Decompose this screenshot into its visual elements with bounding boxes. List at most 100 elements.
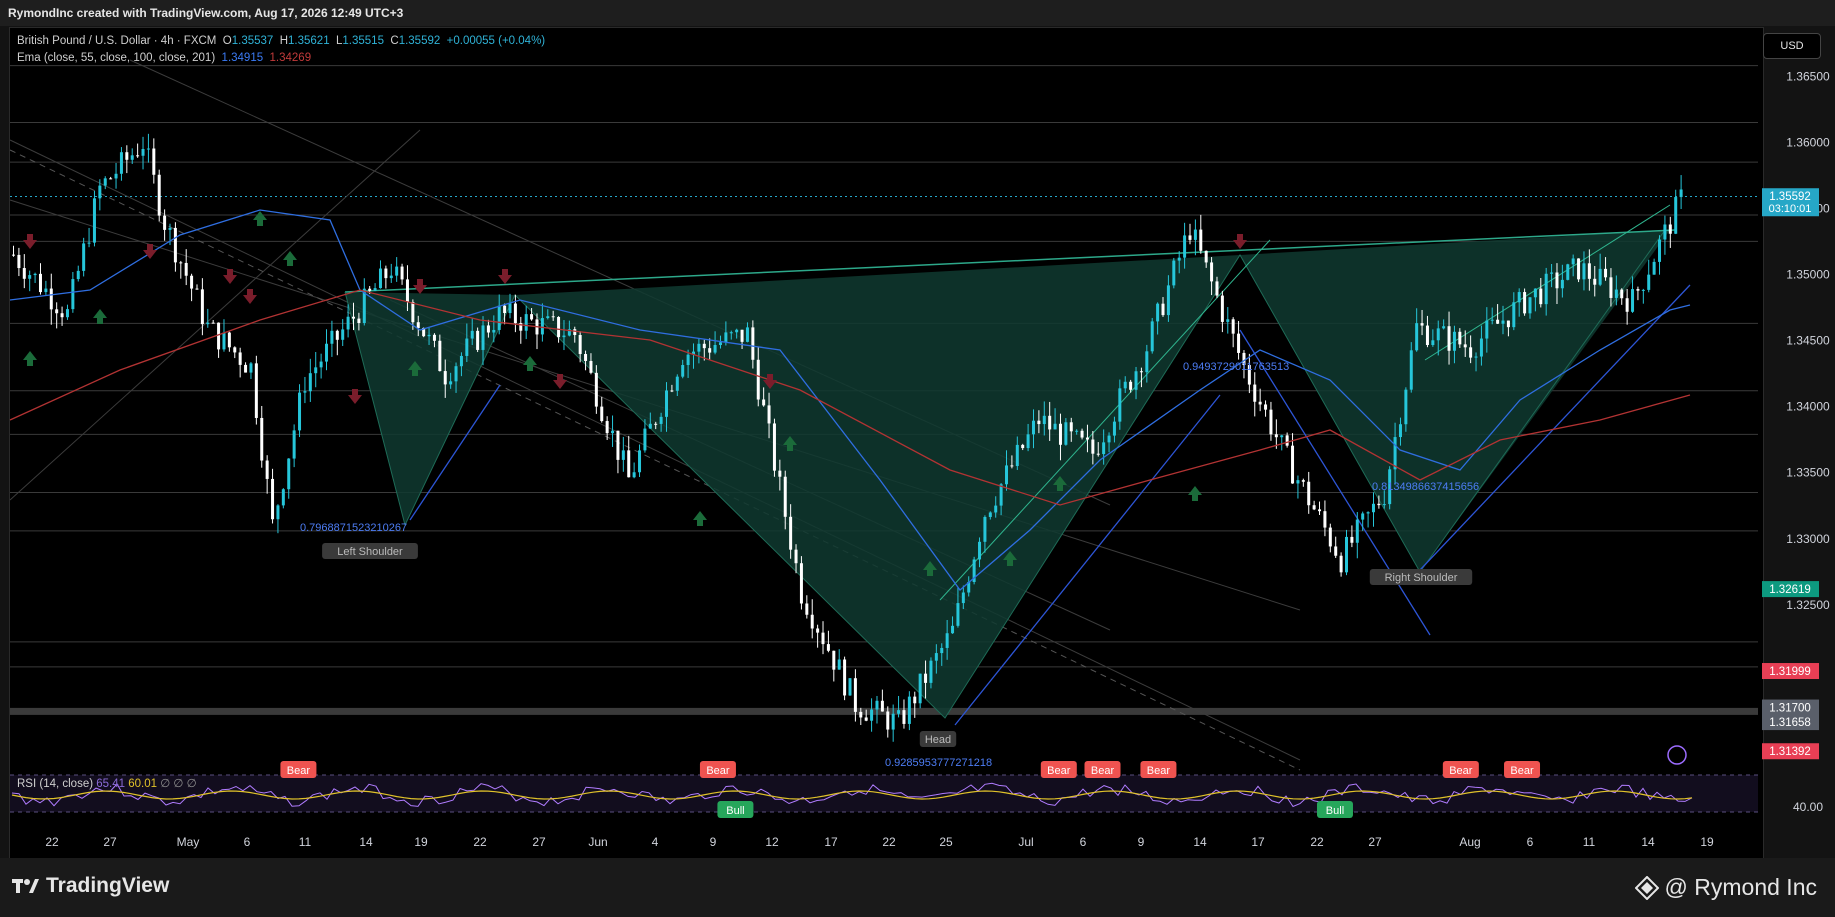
ohlc-legend: British Pound / U.S. Dollar · 4h · FXCM …: [17, 35, 545, 47]
candle-body: [163, 215, 167, 230]
pattern-point-label: Right Shoulder: [1385, 572, 1458, 584]
x-tick-label: 17: [824, 835, 838, 849]
candle-body: [1442, 326, 1446, 329]
candle-body: [524, 314, 528, 331]
up-arrow-marker: [93, 309, 107, 324]
candle-body: [713, 344, 717, 353]
candle-body: [1625, 298, 1629, 312]
candle-body: [1183, 235, 1187, 258]
candle-body: [184, 262, 188, 276]
candle-body: [276, 505, 280, 520]
rsi-axis-tick: 40.00: [1793, 800, 1823, 814]
x-tick-label: 4: [652, 835, 659, 849]
author-text: @ Rymond Inc: [1664, 874, 1817, 900]
candle-body: [778, 470, 782, 477]
x-tick-label: 17: [1251, 835, 1265, 849]
candle-body: [832, 650, 836, 670]
candle-body: [395, 266, 399, 276]
x-tick-label: 14: [1641, 835, 1655, 849]
up-arrow-marker: [1188, 486, 1202, 501]
candle-body: [1312, 505, 1316, 510]
candle-body: [195, 288, 199, 290]
candle-body: [17, 254, 21, 269]
price-chart[interactable]: Left Shoulder 0.7968871523210267 Head 0.928…: [0, 0, 1835, 917]
candle-body: [611, 430, 615, 434]
candle-body: [384, 268, 388, 279]
candle-body: [49, 288, 53, 310]
candle-body: [1188, 235, 1192, 240]
candle-body: [810, 614, 814, 629]
candle-body: [114, 173, 118, 179]
candle-body: [303, 391, 307, 393]
candle-body: [1544, 273, 1548, 305]
candle-body: [1058, 423, 1062, 445]
bear-signal-label: Bear: [1147, 765, 1171, 777]
x-tick-label: 11: [1583, 835, 1596, 849]
candle-body: [1037, 420, 1041, 425]
x-tick-label: 14: [1193, 835, 1207, 849]
candle-body: [1334, 546, 1338, 556]
candle-body: [1371, 503, 1375, 513]
candle-body: [1404, 389, 1408, 425]
price-tag-label: 1.31392: [1769, 746, 1811, 758]
candle-body: [708, 348, 712, 353]
candle-body: [1215, 281, 1219, 296]
candle-body: [87, 242, 91, 244]
candle-body: [1533, 288, 1537, 298]
candle-body: [864, 717, 868, 721]
y-tick-label: 1.34500: [1786, 334, 1830, 348]
diamond-logo-icon: [1634, 875, 1659, 900]
candle-body: [1323, 511, 1327, 528]
candle-body: [1566, 264, 1570, 280]
candle-body: [1274, 434, 1278, 438]
candle-body: [33, 273, 37, 276]
candle-body: [1096, 453, 1100, 455]
pattern-point-label: Head: [925, 734, 951, 746]
candle-body: [1112, 421, 1116, 436]
candle-body: [886, 711, 890, 730]
candle-body: [1280, 435, 1284, 438]
candle-body: [217, 322, 221, 350]
x-tick-label: 22: [45, 835, 59, 849]
fib-ratio-label: 0.8134986637415656: [1372, 481, 1479, 493]
candle-body: [729, 332, 733, 334]
candle-body: [28, 275, 32, 279]
candle-body: [1393, 437, 1397, 470]
candle-body: [1614, 289, 1618, 298]
candle-body: [1069, 422, 1073, 432]
tradingview-logo[interactable]: TradingView: [12, 874, 169, 898]
candle-body: [670, 390, 674, 392]
candle-body: [1350, 536, 1354, 543]
up-arrow-marker: [283, 251, 297, 266]
candle-body: [1641, 289, 1645, 291]
candle-body: [233, 347, 237, 353]
candle-body: [1571, 258, 1575, 265]
candle-body: [238, 352, 242, 365]
candle-body: [12, 254, 15, 256]
candle-body: [816, 628, 820, 633]
candle-body: [880, 700, 884, 712]
candle-body: [805, 603, 809, 615]
high-value: 1.35621: [288, 35, 330, 47]
candle-body: [1345, 536, 1349, 573]
candle-body: [319, 361, 323, 368]
candle-body: [1658, 239, 1662, 262]
candle-body: [1679, 189, 1683, 198]
candle-body: [643, 428, 647, 451]
candle-body: [1609, 277, 1613, 298]
price-tag-label: 1.31700: [1769, 703, 1811, 715]
candle-body: [1496, 319, 1500, 324]
currency-button[interactable]: USD: [1763, 33, 1821, 59]
candle-body: [146, 148, 150, 150]
x-tick-label: 9: [710, 835, 717, 849]
candle-body: [76, 270, 80, 280]
candle-body: [1085, 437, 1089, 440]
change-value: +0.00055 (+0.04%): [446, 35, 546, 47]
candle-body: [265, 460, 269, 479]
candle-body: [1447, 326, 1451, 351]
candle-body: [454, 366, 458, 382]
fib-ratio-label: 0.7968871523210267: [300, 522, 407, 534]
candle-body: [665, 390, 669, 417]
candle-body: [1210, 262, 1214, 282]
candle-body: [546, 316, 550, 319]
